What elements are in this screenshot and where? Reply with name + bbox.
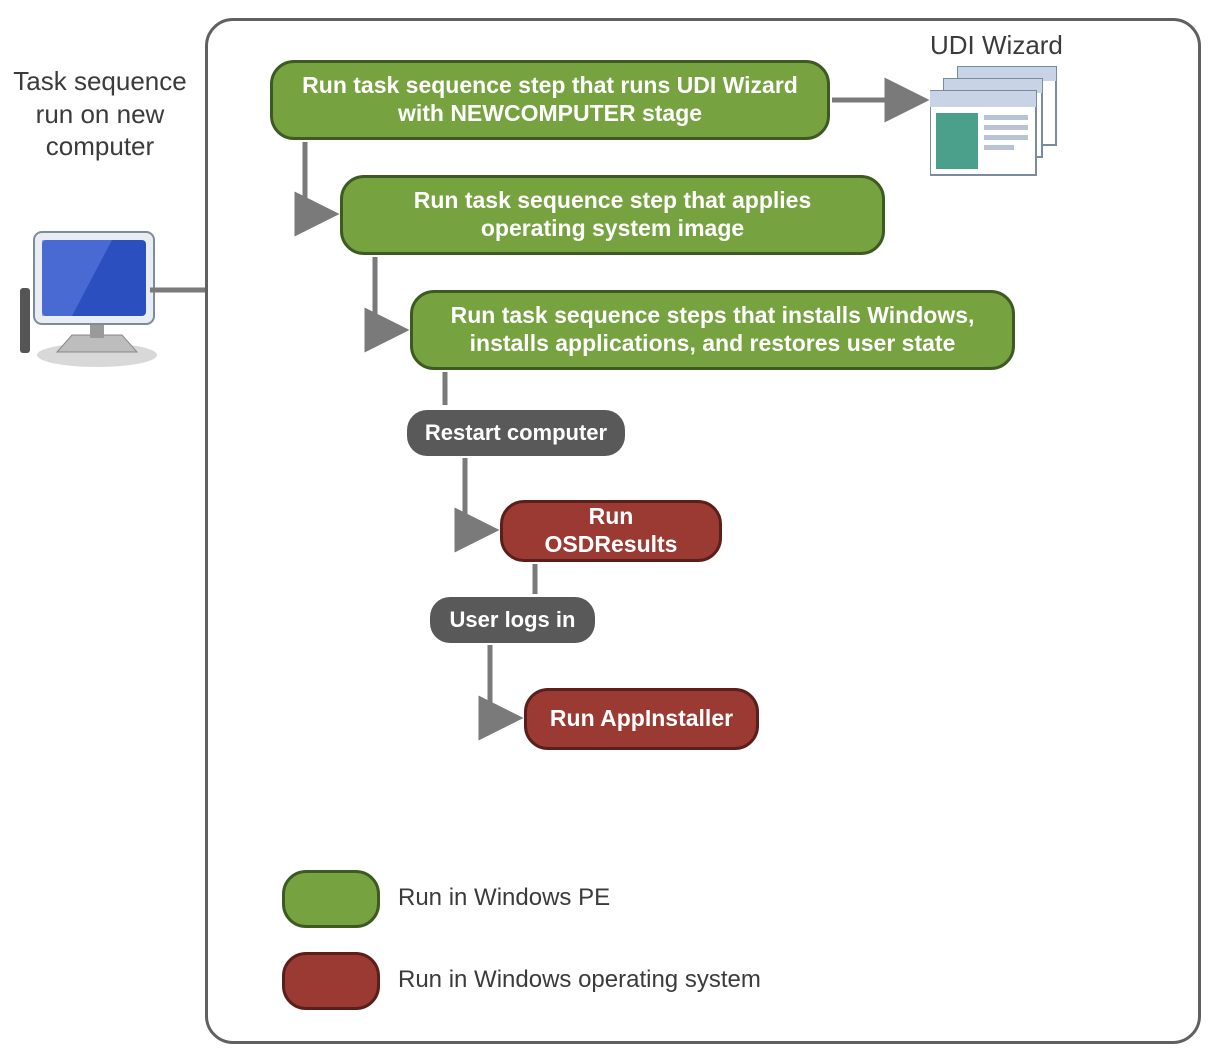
udi-wizard-label: UDI Wizard <box>930 30 1063 61</box>
diagram-container: Task sequence run on new computer UDI Wi… <box>0 0 1210 1053</box>
step-run-udi-wizard: Run task sequence step that runs UDI Wiz… <box>270 60 830 140</box>
step-run-osdresults: Run OSDResults <box>500 500 722 562</box>
computer-icon <box>12 220 182 370</box>
step-user-logs-in: User logs in <box>430 597 595 643</box>
step-apply-os-image: Run task sequence step that applies oper… <box>340 175 885 255</box>
side-label: Task sequence run on new computer <box>10 65 190 163</box>
legend-swatch-os <box>282 952 380 1010</box>
legend-label-os: Run in Windows operating system <box>398 966 761 994</box>
legend-label-pe: Run in Windows PE <box>398 884 610 912</box>
step-restart-computer: Restart computer <box>407 410 625 456</box>
legend-swatch-pe <box>282 870 380 928</box>
step-install-windows: Run task sequence steps that installs Wi… <box>410 290 1015 370</box>
udi-wizard-icon <box>930 65 1070 180</box>
step-run-appinstaller: Run AppInstaller <box>524 688 759 750</box>
